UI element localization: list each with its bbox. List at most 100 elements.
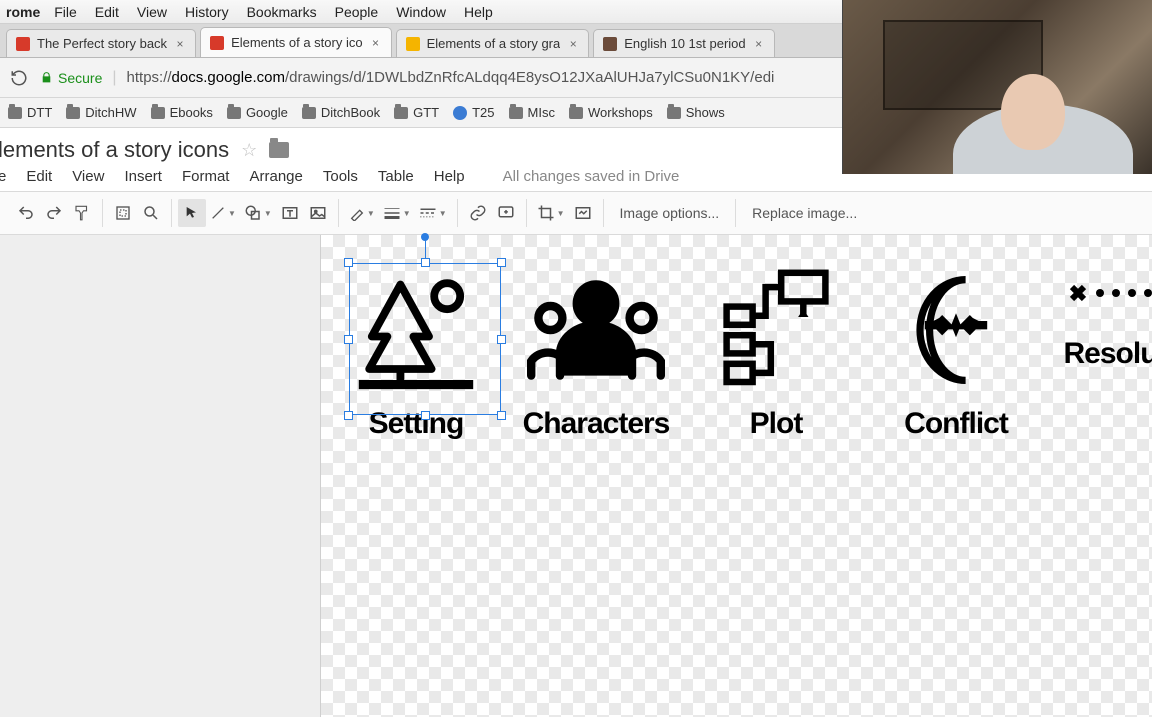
secure-label: Secure [58,70,102,86]
story-label: Plot [750,407,803,441]
folder-icon [66,107,80,119]
browser-tab-3[interactable]: English 10 1st period × [593,29,774,57]
mac-menu-file[interactable]: File [54,4,77,20]
browser-tab-2[interactable]: Elements of a story gra × [396,29,590,57]
story-item-plot[interactable]: Plot [701,255,851,441]
mac-menu-history[interactable]: History [185,4,229,20]
bookmark-google[interactable]: Google [227,105,288,120]
tab-label: The Perfect story back [37,36,167,51]
border-color-icon[interactable]: ▼ [345,199,379,227]
doc-menu-format[interactable]: Format [182,168,230,185]
bookmark-dtt[interactable]: DTT [8,105,52,120]
lock-icon [40,71,53,84]
webcam-overlay [842,0,1152,174]
bookmark-ditchbook[interactable]: DitchBook [302,105,380,120]
zoom-fit-icon[interactable] [109,199,137,227]
line-tool-icon[interactable]: ▼ [206,199,240,227]
select-tool-icon[interactable] [178,199,206,227]
characters-icon [521,255,671,405]
image-options-button[interactable]: Image options... [610,199,730,227]
resize-handle[interactable] [497,411,506,420]
resize-handle[interactable] [497,335,506,344]
tab-label: English 10 1st period [624,36,745,51]
mac-menu-edit[interactable]: Edit [95,4,119,20]
move-to-folder-icon[interactable] [269,142,289,158]
bookmark-shows[interactable]: Shows [667,105,725,120]
drawing-canvas[interactable]: Setting Characters [320,235,1152,717]
site-icon [453,106,467,120]
address-bar[interactable]: https://docs.google.com/drawings/d/1DWLb… [127,69,775,86]
bookmark-misc[interactable]: MIsc [509,105,555,120]
browser-tab-0[interactable]: The Perfect story back × [6,29,196,57]
plot-icon [701,255,851,405]
conflict-icon [881,255,1031,405]
redo-icon[interactable] [40,199,68,227]
resize-handle[interactable] [421,411,430,420]
star-icon[interactable]: ☆ [241,140,257,161]
link-icon[interactable] [464,199,492,227]
bookmark-gtt[interactable]: GTT [394,105,439,120]
folder-icon [151,107,165,119]
doc-menu-file[interactable]: e [0,168,6,185]
favicon-icon [602,36,618,52]
bookmark-ditchhw[interactable]: DitchHW [66,105,136,120]
canvas-gutter [0,235,320,717]
mac-menu-people[interactable]: People [335,4,379,20]
folder-icon [667,107,681,119]
border-weight-icon[interactable]: ▼ [379,199,415,227]
paint-format-icon[interactable] [68,199,96,227]
crop-icon[interactable]: ▼ [533,199,569,227]
doc-menu-insert[interactable]: Insert [124,168,162,185]
textbox-tool-icon[interactable] [276,199,304,227]
close-icon[interactable]: × [566,37,580,51]
doc-menu-table[interactable]: Table [378,168,414,185]
doc-menu-edit[interactable]: Edit [26,168,52,185]
rotate-handle-icon[interactable] [421,233,429,241]
story-item-characters[interactable]: Characters [521,255,671,441]
resolution-icon [1061,255,1152,335]
story-item-conflict[interactable]: Conflict [881,255,1031,441]
close-icon[interactable]: × [369,36,383,50]
resize-handle[interactable] [344,335,353,344]
mac-app-name: rome [6,4,40,20]
save-status: All changes saved in Drive [503,168,680,185]
undo-icon[interactable] [12,199,40,227]
tab-label: Elements of a story gra [427,36,561,51]
image-tool-icon[interactable] [304,199,332,227]
bookmark-t25[interactable]: T25 [453,105,494,120]
doc-menu-help[interactable]: Help [434,168,465,185]
story-item-resolution[interactable]: Resolution [1061,255,1152,441]
shape-tool-icon[interactable]: ▼ [240,199,276,227]
docs-app: lements of a story icons ☆ e Edit View I… [0,128,1152,717]
folder-icon [394,107,408,119]
replace-image-button[interactable]: Replace image... [742,199,867,227]
reset-image-icon[interactable] [569,199,597,227]
resize-handle[interactable] [344,258,353,267]
border-dash-icon[interactable]: ▼ [415,199,451,227]
mac-menu-help[interactable]: Help [464,4,493,20]
resize-handle[interactable] [497,258,506,267]
doc-menu-tools[interactable]: Tools [323,168,358,185]
browser-tab-1[interactable]: Elements of a story ico × [200,27,392,57]
reload-icon[interactable] [8,67,30,89]
close-icon[interactable]: × [173,37,187,51]
resize-handle[interactable] [344,411,353,420]
resize-handle[interactable] [421,258,430,267]
mac-menu-view[interactable]: View [137,4,167,20]
folder-icon [509,107,523,119]
bookmark-ebooks[interactable]: Ebooks [151,105,213,120]
mac-menu-bookmarks[interactable]: Bookmarks [247,4,317,20]
zoom-icon[interactable] [137,199,165,227]
close-icon[interactable]: × [752,37,766,51]
selection-handles[interactable] [349,263,501,415]
bookmark-workshops[interactable]: Workshops [569,105,653,120]
comment-icon[interactable] [492,199,520,227]
doc-toolbar: ▼ ▼ ▼ ▼ ▼ ▼ Image options... Replace ima… [0,191,1152,235]
story-label: Conflict [904,407,1008,441]
doc-title[interactable]: lements of a story icons [0,137,229,163]
doc-menu-view[interactable]: View [72,168,104,185]
doc-menu-arrange[interactable]: Arrange [249,168,302,185]
mac-menu-window[interactable]: Window [396,4,446,20]
favicon-icon [15,36,31,52]
story-label: Characters [523,407,670,441]
